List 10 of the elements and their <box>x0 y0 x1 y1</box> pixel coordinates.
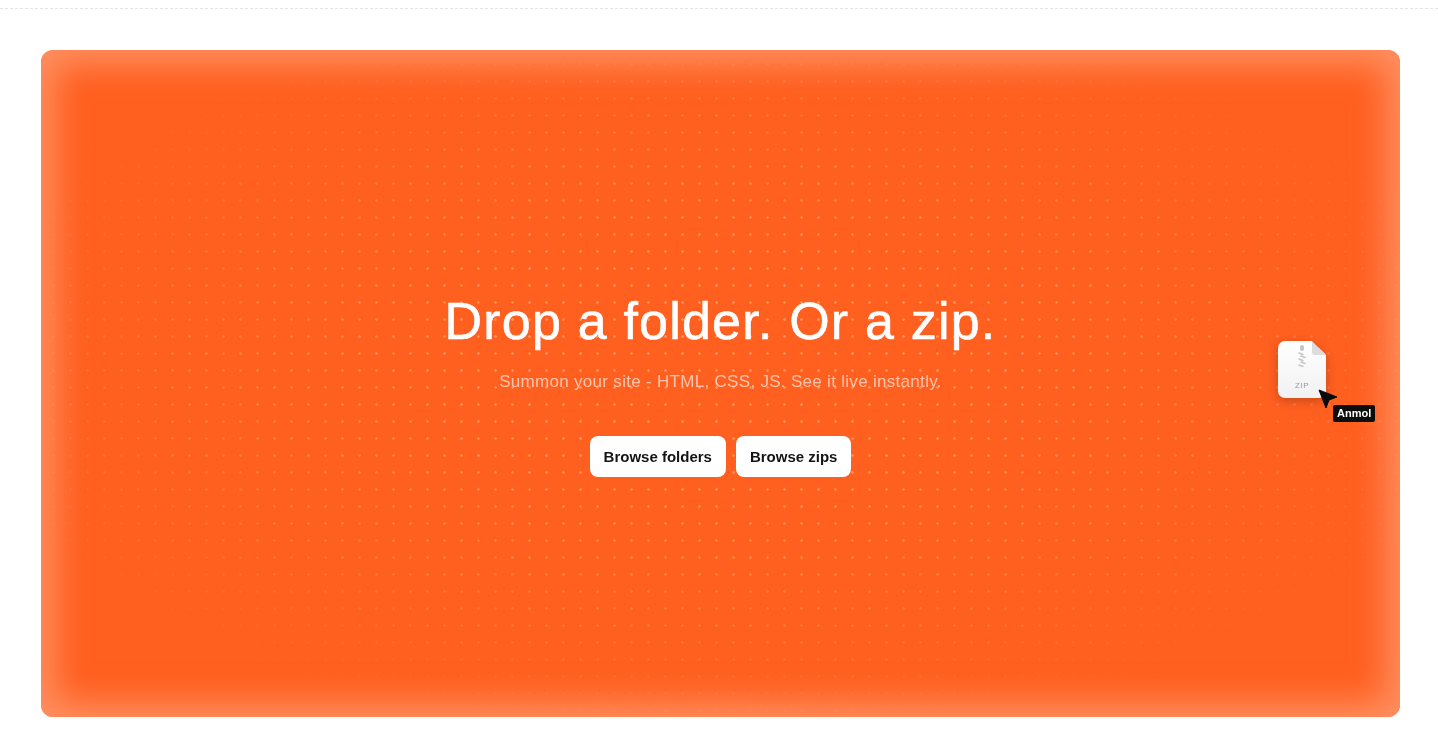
browse-button[interactable]: Browse zips <box>735 435 852 477</box>
hero-title: Drop a folder. Or a zip. <box>444 290 997 351</box>
browse-button[interactable]: Browse folders <box>589 435 726 477</box>
user-name-tag: Anmol <box>1333 405 1376 422</box>
hero-subtitle: Summon your site - HTML, CSS, JS. See it live instantly. <box>499 370 942 393</box>
drop-zone[interactable]: Drop a folder. Or a zip. Summon your site - HTML, CSS, JS. See it live instantly. Browse folders Browse zips ZIP Anmol <box>41 50 1400 717</box>
page-fold-icon <box>1312 341 1326 355</box>
file-type-label: ZIP <box>1295 381 1309 390</box>
zipper-icon <box>1298 345 1306 367</box>
cursor-icon <box>1318 389 1338 409</box>
